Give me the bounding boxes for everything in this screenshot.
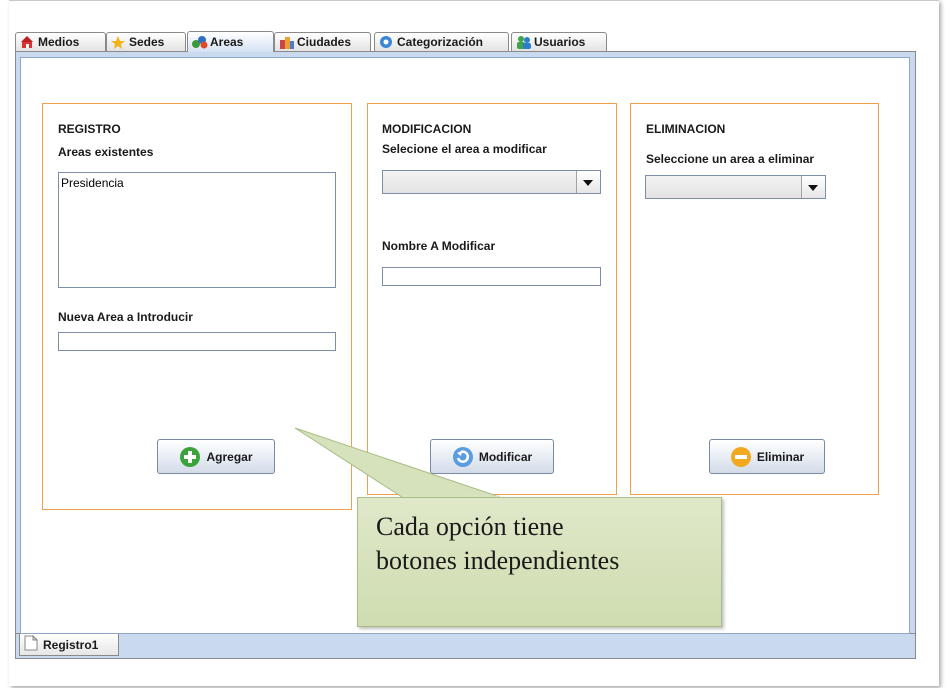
shapes-icon: [192, 35, 208, 49]
callout-line-2: botones independientes: [376, 546, 620, 575]
callout-line-1: Cada opción tiene: [376, 512, 564, 541]
tab-label: Areas: [210, 35, 244, 49]
callout-note: Cada opción tiene botones independientes: [357, 497, 722, 627]
tab-areas[interactable]: Areas: [187, 31, 274, 52]
